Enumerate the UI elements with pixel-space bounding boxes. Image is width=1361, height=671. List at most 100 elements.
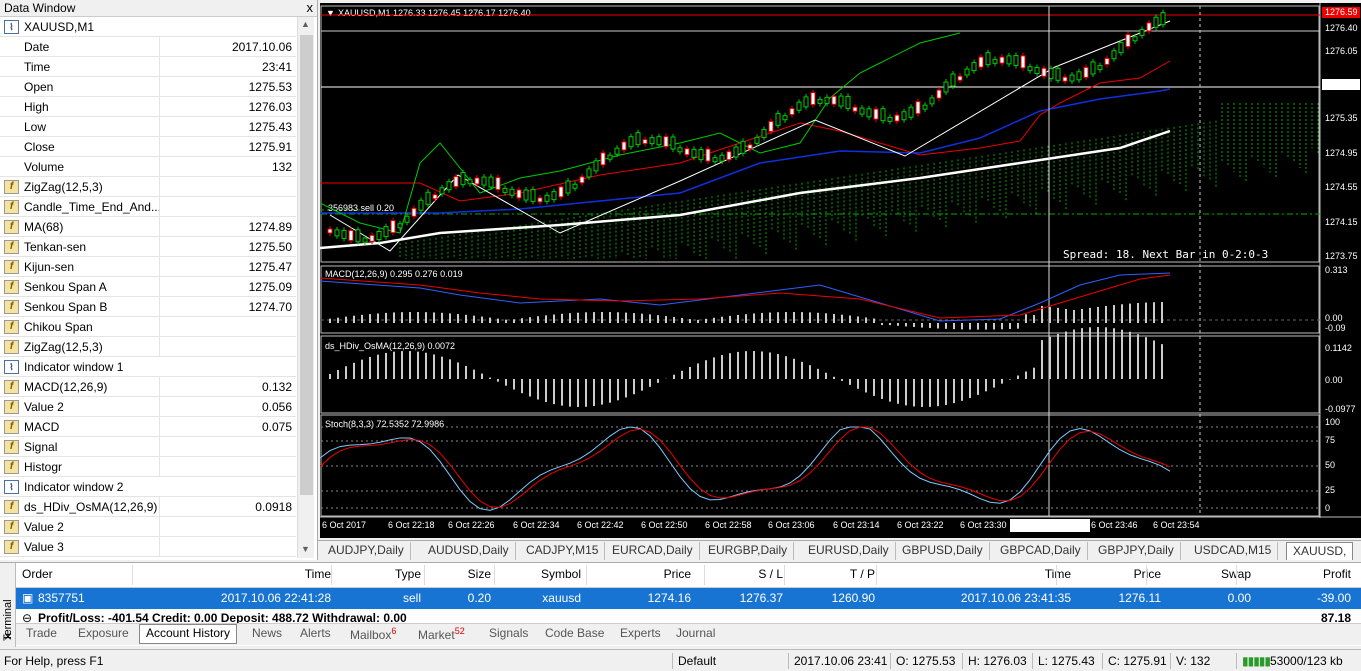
data-window-row[interactable]: Time 23:41	[0, 57, 296, 77]
data-window-row[interactable]: Low 1275.43	[0, 117, 296, 137]
table-row[interactable]: ▣ 8357751 2017.10.06 22:41:28 sell 0.20 …	[16, 588, 1361, 609]
indicator-icon: f	[4, 420, 19, 434]
data-window-row-label: MACD(12,26,9)	[24, 380, 108, 394]
candle-body	[943, 81, 949, 93]
column-header[interactable]: S / L	[758, 567, 783, 585]
scroll-up-icon[interactable]: ▲	[301, 19, 310, 29]
data-window-row[interactable]: Date 2017.10.06	[0, 37, 296, 57]
close-icon[interactable]: x	[307, 0, 314, 15]
data-window-row[interactable]: Close 1275.91	[0, 137, 296, 157]
indicator-icon: f	[4, 500, 19, 514]
candle-body	[1125, 34, 1131, 48]
tab-experts[interactable]: Experts	[620, 626, 661, 640]
data-window-row-label: Volume	[24, 160, 65, 174]
candle-body	[684, 148, 690, 156]
candle-body	[565, 180, 571, 194]
column-header[interactable]: Time	[1045, 567, 1071, 585]
candle-body	[663, 136, 669, 148]
candle-body	[593, 160, 599, 172]
column-header[interactable]: Type	[395, 567, 421, 585]
data-window-row-value: 1274.70	[248, 300, 292, 314]
data-window-row[interactable]: ⌇ Indicator window 1	[0, 357, 296, 377]
column-header[interactable]: Price	[664, 567, 691, 585]
tab-symbol[interactable]: GBPJPY,Daily	[1092, 542, 1181, 560]
data-window-row[interactable]: f Value 3	[0, 537, 296, 557]
price-chart-canvas[interactable]: ▼ XAUUSD,M1 1276.33 1276.45 1276.17 1276.…	[320, 3, 1361, 538]
price-tick-label: 1276.40	[1325, 23, 1358, 33]
candle-body	[579, 176, 585, 184]
data-window-row[interactable]: f MACD(12,26,9) 0.132	[0, 377, 296, 397]
tab-label: Account History	[146, 626, 231, 640]
column-header[interactable]: Size	[468, 567, 491, 585]
tab-symbol[interactable]: XAUUSD,	[1286, 542, 1354, 560]
cell-price: 1274.16	[647, 591, 691, 605]
column-header[interactable]: Time	[305, 567, 331, 585]
data-window-row[interactable]: f Kijun-sen 1275.47	[0, 257, 296, 277]
data-window-row[interactable]: f ZigZag(12,5,3)	[0, 337, 296, 357]
data-window-row[interactable]: Open 1275.53	[0, 77, 296, 97]
data-window-row[interactable]: f Value 2	[0, 517, 296, 537]
candle-body	[985, 52, 991, 66]
data-window-row[interactable]: Volume 132	[0, 157, 296, 177]
data-window-row[interactable]: f Senkou Span B 1274.70	[0, 297, 296, 317]
candle-body	[530, 188, 536, 202]
tab-code-base[interactable]: Code Base	[545, 626, 604, 640]
column-header[interactable]: Order	[22, 567, 53, 585]
chart-symbol-tabs: AUDJPY,Daily AUDUSD,Daily CADJPY,M15 EURCAD…	[318, 540, 1361, 560]
tab-symbol[interactable]: EURGBP,Daily	[702, 542, 795, 560]
tab-symbol[interactable]: GBPUSD,Daily	[896, 542, 990, 560]
data-window-row[interactable]: f Value 2 0.056	[0, 397, 296, 417]
chart-window[interactable]: ▼ XAUUSD,M1 1276.33 1276.45 1276.17 1276.…	[320, 3, 1361, 538]
candle-body	[922, 104, 928, 110]
data-window-row[interactable]: f ZigZag(12,5,3)	[0, 177, 296, 197]
tab-symbol[interactable]: GBPCAD,Daily	[994, 542, 1088, 560]
tab-trade[interactable]: Trade	[26, 626, 57, 640]
data-window-row[interactable]: f Tenkan-sen 1275.50	[0, 237, 296, 257]
tab-mailbox[interactable]: Mailbox6	[350, 626, 396, 642]
tab-symbol[interactable]: EURUSD,Daily	[802, 542, 896, 560]
tab-news[interactable]: News	[252, 626, 282, 640]
data-window-scrollbar[interactable]: ▲ ▼	[297, 17, 314, 558]
data-window-row-label: Histogr	[24, 460, 63, 474]
data-window-row[interactable]: f MACD 0.075	[0, 417, 296, 437]
scroll-down-icon[interactable]: ▼	[301, 544, 310, 554]
tab-signals[interactable]: Signals	[489, 626, 528, 640]
data-window-row[interactable]: ⌇ Indicator window 2	[0, 477, 296, 497]
data-window-title: Data Window	[4, 1, 76, 15]
data-window-row[interactable]: f Senkou Span A 1275.09	[0, 277, 296, 297]
tab-market[interactable]: Market52	[418, 626, 465, 642]
column-header[interactable]: Symbol	[541, 567, 581, 585]
cell-order: 8357751	[38, 591, 85, 605]
tab-symbol[interactable]: AUDJPY,Daily	[322, 542, 411, 560]
tab-journal[interactable]: Journal	[676, 626, 715, 640]
data-window-row[interactable]: High 1276.03	[0, 97, 296, 117]
candle-body	[495, 177, 501, 191]
data-window-row[interactable]: f Candle_Time_End_And...	[0, 197, 296, 217]
column-header[interactable]: Price	[1134, 567, 1161, 585]
data-window-row[interactable]: ⌇ XAUUSD,M1	[0, 17, 296, 37]
data-window-row-value: 1275.47	[248, 260, 292, 274]
scrollbar-thumb[interactable]	[300, 35, 313, 495]
candle-body	[705, 148, 711, 162]
tab-symbol[interactable]: USDCAD,M15	[1188, 542, 1279, 560]
candle-body	[656, 136, 662, 146]
candle-body	[887, 116, 893, 122]
tab-alerts[interactable]: Alerts	[300, 626, 331, 640]
tab-symbol[interactable]: EURCAD,Daily	[606, 542, 700, 560]
candle-body	[348, 229, 354, 241]
candle-body	[1076, 71, 1082, 81]
data-window-row[interactable]: f ds_HDiv_OsMA(12,26,9) 0.0918	[0, 497, 296, 517]
tab-exposure[interactable]: Exposure	[78, 626, 129, 640]
tab-symbol[interactable]: CADJPY,M15	[520, 542, 606, 560]
candle-body	[1020, 55, 1026, 69]
column-header[interactable]: Profit	[1323, 567, 1351, 585]
tab-account-history[interactable]: Account History	[139, 624, 238, 644]
tab-label: News	[252, 626, 283, 640]
data-window-row[interactable]: f Signal	[0, 437, 296, 457]
column-header[interactable]: T / P	[850, 567, 875, 585]
chart-pane-frame	[320, 265, 1320, 334]
data-window-row[interactable]: f MA(68) 1274.89	[0, 217, 296, 237]
data-window-row[interactable]: f Histogr	[0, 457, 296, 477]
data-window-row[interactable]: f Chikou Span	[0, 317, 296, 337]
tab-symbol[interactable]: AUDUSD,Daily	[422, 542, 516, 560]
